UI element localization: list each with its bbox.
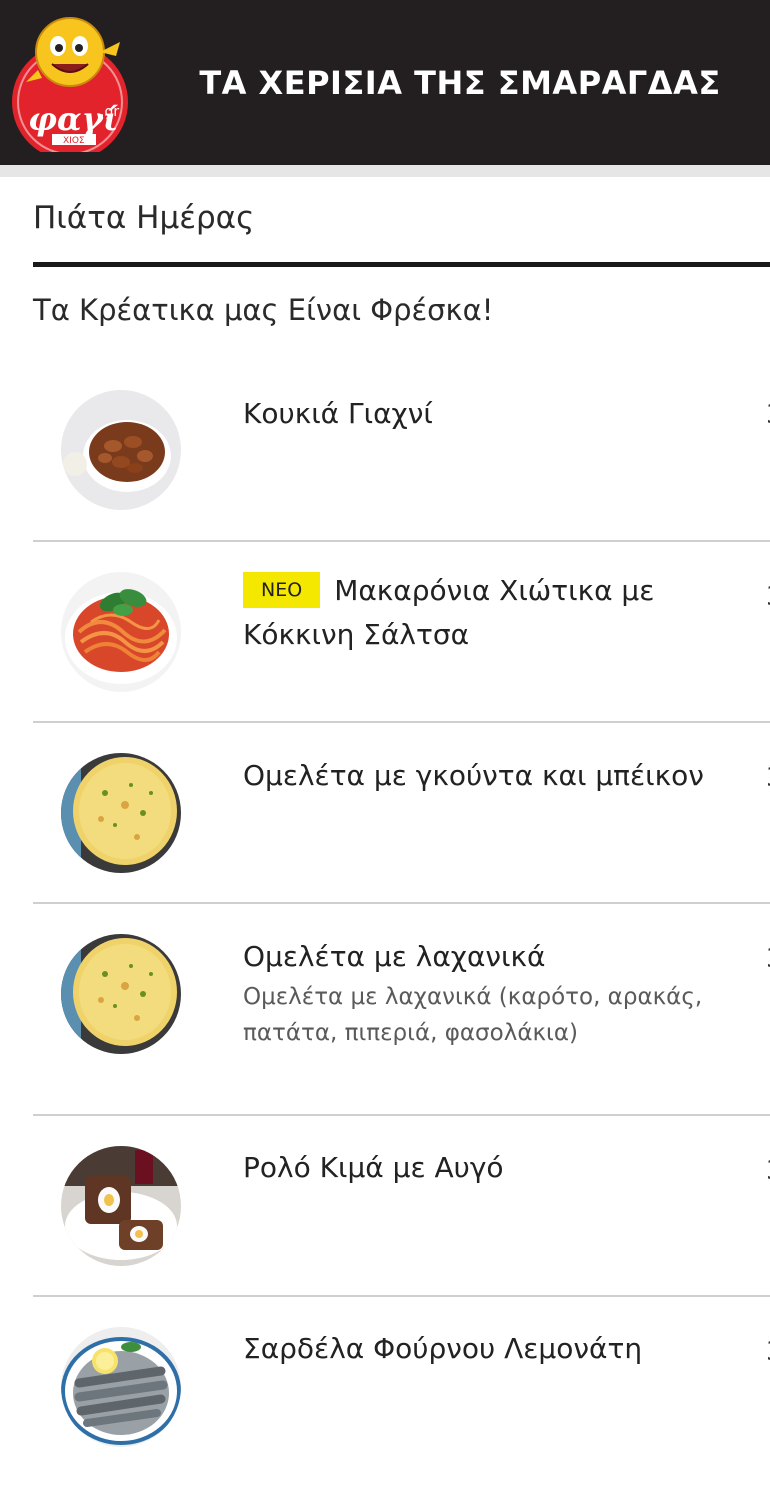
section-title: Πιάτα Ημέρας [33,200,255,236]
app-header: φαγί .gr ΧΙΟΣ ΤΑ ΧΕΡΙΣΙΑ ΤΗΣ ΣΜΑΡΑΓΔΑΣ [0,0,770,165]
item-text: Ομελέτα με λαχανικά Ομελέτα με λαχανικά … [243,935,713,1051]
item-price-partial: 3 [766,763,770,793]
item-price-partial: 3 [766,400,770,430]
menu-item[interactable]: Κουκιά Γιαχνί 3 [33,360,770,542]
item-text: Ομελέτα με γκούντα και μπέικον [243,754,713,798]
meatloaf-image [61,1146,181,1266]
item-name: Σαρδέλα Φούρνου Λεμονάτη [243,1332,643,1365]
item-name: Ομελέτα με λαχανικά [243,940,546,973]
logo-suffix: .gr [100,104,119,120]
item-price-partial: 3 [766,582,770,612]
item-price-partial: 3 [766,944,770,974]
item-text: Κουκιά Γιαχνί [243,392,713,436]
menu-item[interactable]: Ομελέτα με λαχανικά Ομελέτα με λαχανικά … [33,904,770,1116]
section-divider [33,262,770,267]
item-text: Ρολό Κιμά με Αυγό [243,1146,713,1190]
new-badge: ΝΕΟ [243,572,321,608]
beans-stew-image [61,390,181,510]
category-title: Τα Κρέατικα μας Είναι Φρέσκα! [33,293,494,327]
logo-subtext: ΧΙΟΣ [63,136,85,146]
menu-item[interactable]: Σαρδέλα Φούρνου Λεμονάτη 3 [33,1297,770,1497]
item-name: Κουκιά Γιαχνί [243,397,433,430]
item-text: ΝΕΟ Μακαρόνια Χιώτικα με Κόκκινη Σάλτσα [243,569,713,657]
header-divider [0,165,770,177]
shop-title: ΤΑ ΧΕΡΙΣΙΑ ΤΗΣ ΣΜΑΡΑΓΔΑΣ [199,63,721,102]
omelette-image [61,934,181,1054]
spaghetti-image [61,572,181,692]
item-name: Ομελέτα με γκούντα και μπέικον [243,759,704,792]
sardines-image [61,1327,181,1447]
item-description: Ομελέτα με λαχανικά (καρότο, αρακάς, πατ… [243,984,703,1046]
logo[interactable]: φαγί .gr ΧΙΟΣ [8,12,130,160]
menu-list: Κουκιά Γιαχνί 3 ΝΕΟΜακαρόνια Χιώτικα με … [33,360,770,1497]
menu-item[interactable]: Ομελέτα με γκούντα και μπέικον 3 [33,723,770,904]
item-price-partial: 3 [766,1337,770,1367]
omelette-image [61,753,181,873]
item-price-partial: 3 [766,1156,770,1186]
item-name: Ρολό Κιμά με Αυγό [243,1151,504,1184]
menu-item[interactable]: Ρολό Κιμά με Αυγό 3 [33,1116,770,1297]
item-text: Σαρδέλα Φούρνου Λεμονάτη [243,1327,713,1371]
item-name: ΝΕΟ Μακαρόνια Χιώτικα με Κόκκινη Σάλτσα [243,569,713,657]
menu-item[interactable]: ΝΕΟΜακαρόνια Χιώτικα με Κόκκινη Σάλτσα 3 [33,542,770,723]
